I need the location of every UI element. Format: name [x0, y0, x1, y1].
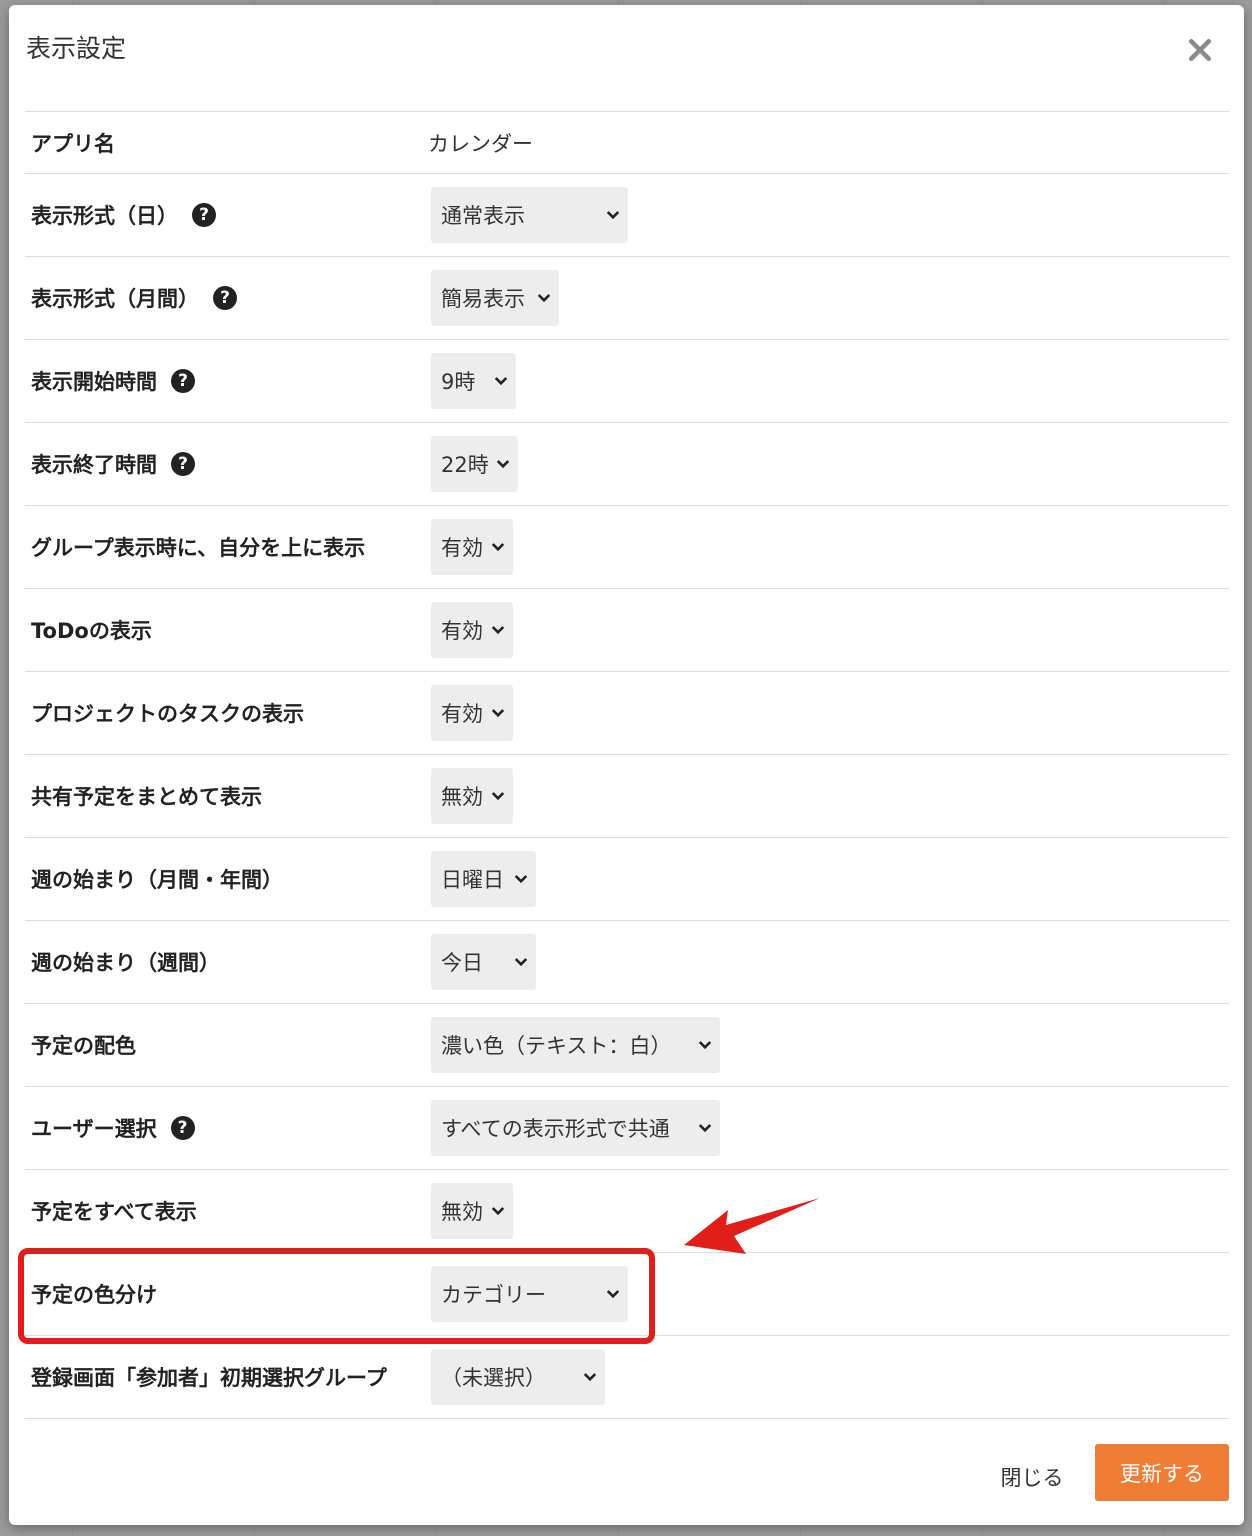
question-circle-icon[interactable]: ?	[213, 286, 237, 310]
app-name-value: カレンダー	[428, 131, 533, 156]
settings-row-event-color-coding: 予定の色分け カテゴリー	[25, 1253, 1229, 1336]
settings-row-project-tasks: プロジェクトのタスクの表示 有効	[25, 672, 1229, 755]
display-settings-modal: 表示設定 アプリ名 カレンダー 表示形式（日）? 通常表示 表示形式（月間）? …	[9, 5, 1244, 1525]
settings-row-day-view: 表示形式（日）? 通常表示	[25, 174, 1229, 257]
settings-row-app-name: アプリ名 カレンダー	[25, 112, 1229, 174]
question-circle-icon[interactable]: ?	[192, 203, 216, 227]
settings-row-default-group: 登録画面「参加者」初期選択グループ （未選択）	[25, 1336, 1229, 1419]
row-label: 表示開始時間?	[31, 366, 195, 396]
user-selection-select[interactable]: すべての表示形式で共通	[431, 1100, 720, 1156]
day-view-select[interactable]: 通常表示	[431, 187, 628, 243]
settings-row-show-all-events: 予定をすべて表示 無効	[25, 1170, 1229, 1253]
event-color-coding-select[interactable]: カテゴリー	[431, 1266, 628, 1322]
row-label: 登録画面「参加者」初期選択グループ	[31, 1366, 387, 1390]
event-colors-select[interactable]: 濃い色（テキスト：白）	[431, 1017, 720, 1073]
settings-row-user-selection: ユーザー選択? すべての表示形式で共通	[25, 1087, 1229, 1170]
chevron-down-icon	[535, 289, 553, 307]
settings-row-self-on-top: グループ表示時に、自分を上に表示 有効	[25, 506, 1229, 589]
close-icon[interactable]	[1185, 35, 1215, 65]
chevron-down-icon	[604, 1285, 622, 1303]
month-view-select[interactable]: 簡易表示	[431, 270, 559, 326]
chevron-down-icon	[492, 372, 510, 390]
chevron-down-icon	[696, 1119, 714, 1137]
self-on-top-select[interactable]: 有効	[431, 519, 513, 575]
show-all-events-select[interactable]: 無効	[431, 1183, 513, 1239]
chevron-down-icon	[512, 870, 530, 888]
row-label: 表示形式（日）?	[31, 200, 216, 230]
settings-row-start-time: 表示開始時間? 9時	[25, 340, 1229, 423]
settings-row-month-view: 表示形式（月間）? 簡易表示	[25, 257, 1229, 340]
end-time-select[interactable]: 22時	[431, 436, 518, 492]
project-tasks-select[interactable]: 有効	[431, 685, 513, 741]
update-button[interactable]: 更新する	[1095, 1444, 1229, 1501]
week-start-week-select[interactable]: 今日	[431, 934, 536, 990]
settings-row-week-start-month: 週の始まり（月間・年間） 日曜日	[25, 838, 1229, 921]
settings-table: アプリ名 カレンダー 表示形式（日）? 通常表示 表示形式（月間）? 簡易表示 …	[25, 111, 1229, 1419]
chevron-down-icon	[604, 206, 622, 224]
question-circle-icon[interactable]: ?	[171, 452, 195, 476]
row-label: 予定の色分け	[31, 1283, 157, 1307]
question-circle-icon[interactable]: ?	[171, 369, 195, 393]
chevron-down-icon	[494, 455, 512, 473]
chevron-down-icon	[489, 1202, 507, 1220]
chevron-down-icon	[512, 953, 530, 971]
row-label: 表示終了時間?	[31, 449, 195, 479]
row-label: ToDoの表示	[31, 619, 152, 643]
chevron-down-icon	[489, 704, 507, 722]
row-label: アプリ名	[31, 131, 115, 156]
row-label: 週の始まり（週間）	[31, 951, 220, 975]
chevron-down-icon	[489, 621, 507, 639]
row-label: 予定の配色	[31, 1034, 136, 1058]
question-circle-icon[interactable]: ?	[170, 1116, 195, 1140]
week-start-month-select[interactable]: 日曜日	[431, 851, 536, 907]
settings-row-todo: ToDoの表示 有効	[25, 589, 1229, 672]
row-label: 表示形式（月間）?	[31, 283, 237, 313]
start-time-select[interactable]: 9時	[431, 353, 516, 409]
row-label: ユーザー選択?	[31, 1113, 195, 1143]
default-group-select[interactable]: （未選択）	[431, 1349, 605, 1405]
row-label: プロジェクトのタスクの表示	[31, 702, 304, 726]
shared-events-select[interactable]: 無効	[431, 768, 513, 824]
settings-row-week-start-week: 週の始まり（週間） 今日	[25, 921, 1229, 1004]
todo-select[interactable]: 有効	[431, 602, 513, 658]
close-button[interactable]: 閉じる	[987, 1451, 1077, 1503]
row-label: 週の始まり（月間・年間）	[31, 868, 283, 892]
chevron-down-icon	[696, 1036, 714, 1054]
settings-row-shared-events: 共有予定をまとめて表示 無効	[25, 755, 1229, 838]
chevron-down-icon	[581, 1368, 599, 1386]
row-label: 共有予定をまとめて表示	[31, 785, 262, 809]
modal-title: 表示設定	[26, 34, 127, 63]
row-label: グループ表示時に、自分を上に表示	[31, 536, 366, 560]
settings-row-end-time: 表示終了時間? 22時	[25, 423, 1229, 506]
chevron-down-icon	[489, 787, 507, 805]
row-label: 予定をすべて表示	[31, 1200, 197, 1224]
chevron-down-icon	[489, 538, 507, 556]
settings-row-event-colors: 予定の配色 濃い色（テキスト：白）	[25, 1004, 1229, 1087]
